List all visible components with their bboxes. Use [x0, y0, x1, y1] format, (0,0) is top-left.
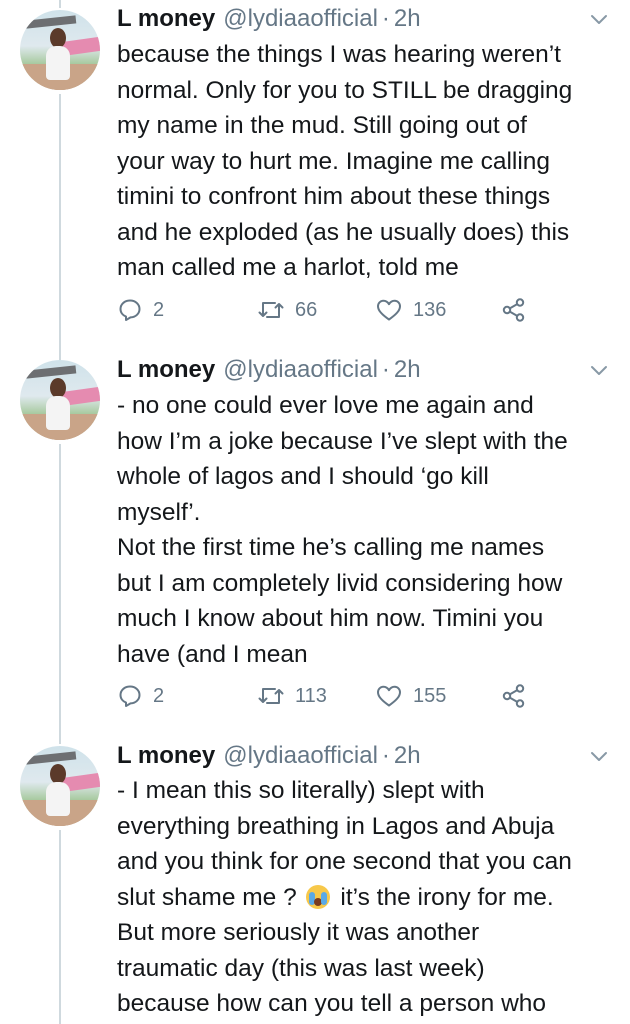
chevron-down-icon[interactable]: [588, 8, 610, 30]
author-name[interactable]: L money: [117, 356, 215, 384]
retweet-button[interactable]: 113: [257, 680, 327, 712]
loudly-crying-face-icon: [305, 884, 330, 909]
tweet-text-line: but I am completely livid considering ho…: [117, 569, 563, 597]
tweet-text-line: slut shame me ? it’s the irony for me.: [117, 880, 617, 916]
timestamp[interactable]: 2h: [394, 356, 421, 384]
tweet-text-line: have (and I mean: [117, 640, 308, 668]
author-handle[interactable]: @lydiaaofficial: [223, 5, 378, 33]
reply-button[interactable]: 2: [117, 680, 164, 712]
tweet-text: - I mean this so literally) slept with e…: [117, 773, 617, 1022]
tweet-header: L money @lydiaaofficial · 2h: [117, 738, 421, 774]
tweet-text-line: - I mean this so literally) slept with: [117, 777, 485, 804]
tweet-text-segment: it’s the irony for me.: [340, 883, 554, 911]
separator: ·: [381, 356, 390, 383]
tweet-text-line: everything breathing in Lagos and Abuja: [117, 812, 555, 840]
chevron-down-icon[interactable]: [588, 745, 610, 767]
tweet-text-line: traumatic day (this was last week): [117, 954, 485, 982]
tweet[interactable]: L money @lydiaaofficial · 2h because the…: [0, 0, 630, 350]
avatar[interactable]: [20, 746, 100, 826]
like-count: 136: [413, 298, 447, 321]
separator: ·: [381, 5, 390, 32]
author-name[interactable]: L money: [117, 742, 215, 770]
author-name[interactable]: L money: [117, 5, 215, 33]
tweet-text: - no one could ever love me again and ho…: [117, 388, 617, 672]
share-button[interactable]: [501, 294, 527, 326]
tweet-text-line: timini to confront him about these thing…: [117, 183, 551, 210]
author-handle[interactable]: @lydiaaofficial: [223, 742, 378, 770]
tweet-text-line: But more seriously it was another: [117, 919, 480, 946]
tweet-text-line: and you think for one second that you ca…: [117, 848, 572, 875]
tweet-text-line: normal. Only for you to STILL be draggin…: [117, 76, 573, 104]
reply-button[interactable]: 2: [117, 294, 164, 326]
tweet-actions: 2 66 136: [117, 294, 557, 326]
retweet-icon: [258, 688, 284, 704]
author-handle[interactable]: @lydiaaofficial: [223, 356, 378, 384]
tweet-text-line: man called me a harlot, told me: [117, 254, 459, 281]
reply-count: 2: [153, 298, 165, 321]
reply-icon: [119, 299, 141, 321]
like-button[interactable]: 136: [375, 294, 446, 326]
timestamp[interactable]: 2h: [394, 5, 421, 33]
separator: ·: [381, 742, 390, 769]
timestamp[interactable]: 2h: [394, 742, 421, 770]
avatar[interactable]: [20, 10, 100, 90]
tweet-actions: 2 113 155: [117, 680, 557, 712]
share-icon: [502, 298, 525, 322]
like-count: 155: [413, 684, 447, 707]
heart-icon: [377, 299, 401, 321]
like-button[interactable]: 155: [375, 680, 446, 712]
retweet-count: 113: [295, 684, 327, 707]
share-icon: [502, 684, 525, 708]
tweet-text-line: because the things I was hearing weren’t: [117, 41, 561, 68]
tweet-text-line: my name in the mud. Still going out of: [117, 112, 527, 139]
tweet-text-line: - no one could ever love me again and: [117, 392, 534, 419]
reply-count: 2: [153, 684, 165, 707]
share-button[interactable]: [501, 680, 527, 712]
heart-icon: [377, 685, 401, 707]
tweet-text-line: myself’.: [117, 498, 201, 526]
retweet-icon: [258, 302, 284, 318]
tweet-text: because the things I was hearing weren’t…: [117, 37, 617, 286]
tweet[interactable]: L money @lydiaaofficial · 2h - I mean th…: [0, 738, 630, 1024]
tweet-text-line: whole of lagos and I should ‘go kill: [117, 463, 489, 490]
tweet-text-line: your way to hurt me. Imagine me calling: [117, 147, 551, 175]
tweet-text-segment: slut shame me ?: [117, 883, 297, 911]
tweet-text-line: how I’m a joke because I’ve slept with t…: [117, 427, 568, 455]
tweet-text-line: much I know about him now. Timini you: [117, 605, 544, 632]
tweet-text-line: Not the first time he’s calling me names: [117, 534, 545, 561]
chevron-down-icon[interactable]: [588, 359, 610, 381]
tweet-text-line: and he exploded (as he usually does) thi…: [117, 218, 570, 246]
reply-icon: [119, 685, 141, 707]
tweet-text-line: because how can you tell a person who: [117, 990, 547, 1017]
retweet-count: 66: [295, 298, 318, 321]
avatar[interactable]: [20, 360, 100, 440]
tweet[interactable]: L money @lydiaaofficial · 2h - no one co…: [0, 352, 630, 732]
tweet-header: L money @lydiaaofficial · 2h: [117, 1, 421, 37]
retweet-button[interactable]: 66: [257, 294, 317, 326]
tweet-header: L money @lydiaaofficial · 2h: [117, 352, 421, 388]
